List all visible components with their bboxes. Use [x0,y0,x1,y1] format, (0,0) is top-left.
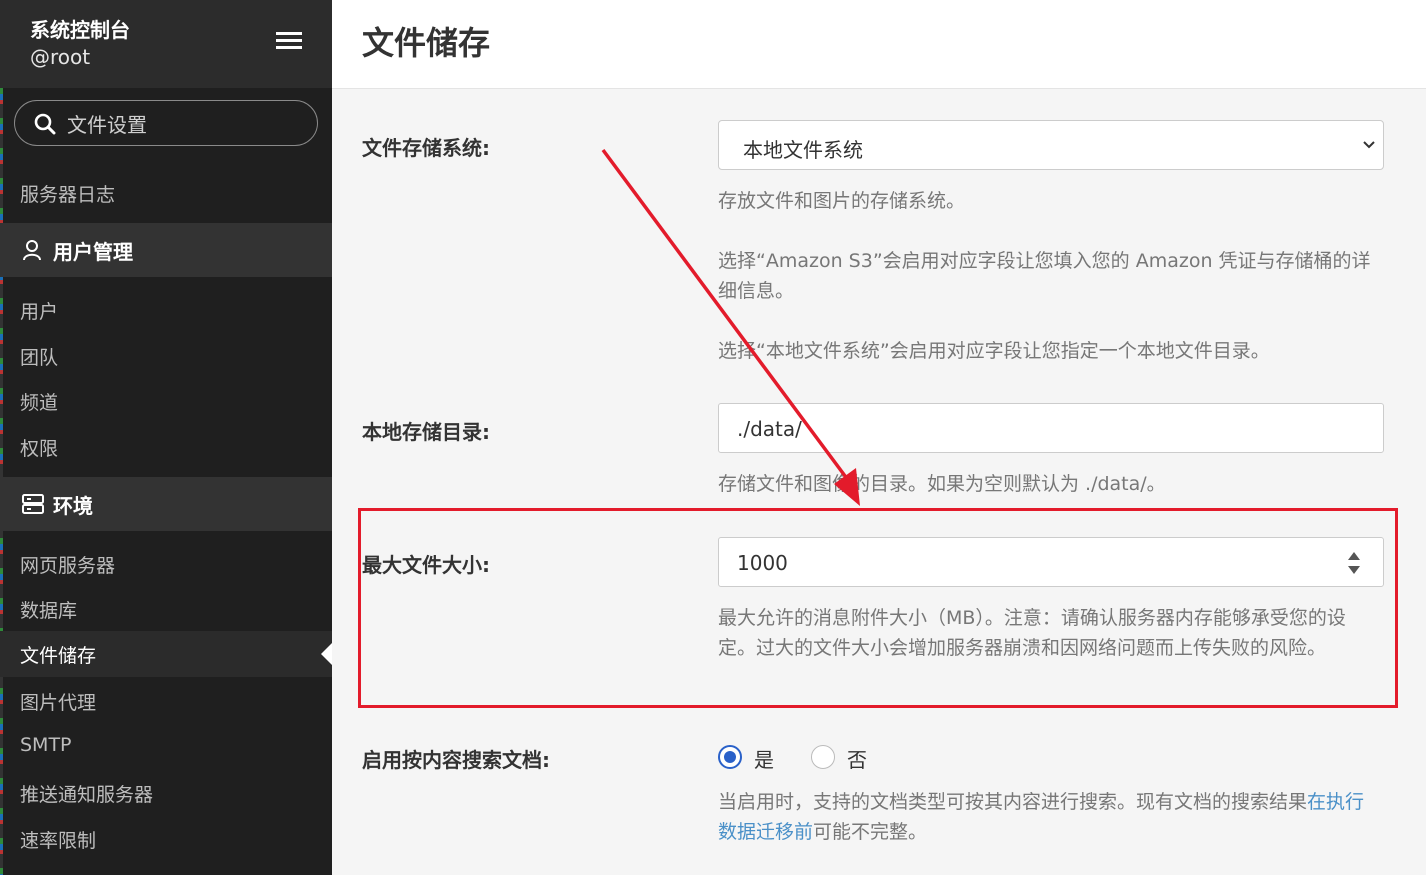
search-input[interactable] [67,107,297,139]
storage-help-1: 存放文件和图片的存储系统。 [718,190,966,212]
sidebar: 系统控制台 @root 服务器日志 用户管理 用户 团队 频道 权限 环境 网页… [0,0,332,875]
radio-no-label[interactable]: 否 [847,744,867,773]
sidebar-item-users[interactable]: 用户 [20,297,58,324]
radio-yes-label[interactable]: 是 [754,744,774,773]
local-dir-input[interactable]: ./data/ [718,403,1384,453]
local-dir-label: 本地存储目录: [362,420,490,444]
sidebar-header: 系统控制台 @root [0,0,332,88]
storage-help-2: 选择“Amazon S3”会启用对应字段让您填入您的 Amazon 凭证与存储桶… [718,250,1371,302]
section-label-users: 用户管理 [53,240,133,264]
sidebar-item-file-storage-label: 文件储存 [20,645,97,667]
local-dir-help: 存储文件和图像的目录。如果为空则默认为 ./data/。 [718,473,1166,495]
sidebar-item-database[interactable]: 数据库 [20,596,77,623]
sidebar-section-user-management: 用户管理 [0,223,332,277]
storage-system-select[interactable]: 本地文件系统 [718,120,1384,170]
content-search-help-suffix: 可能不完整。 [813,821,928,843]
chevron-down-icon [1363,141,1375,149]
content-search-help-prefix: 当启用时，支持的文档类型可按其内容进行搜索。现有文档的搜索结果 [718,791,1308,813]
annotation-highlight-box [358,508,1398,708]
sidebar-item-rate-limiting[interactable]: 速率限制 [20,826,96,853]
storage-help-3: 选择“本地文件系统”会启用对应字段让您指定一个本地文件目录。 [718,340,1270,362]
local-dir-value: ./data/ [737,417,802,441]
sidebar-item-file-storage[interactable]: 文件储存 [0,631,332,677]
page-header: 文件储存 [332,0,1426,89]
hamburger-menu-icon[interactable] [276,32,302,50]
section-label-environment: 环境 [53,494,93,518]
radio-yes[interactable] [718,745,742,769]
sidebar-title: 系统控制台 [30,18,130,42]
sidebar-item-teams[interactable]: 团队 [20,343,58,370]
content-search-label: 启用按内容搜索文档: [362,748,550,772]
sidebar-section-environment: 环境 [0,477,332,531]
sidebar-item-push-notification[interactable]: 推送通知服务器 [20,780,153,807]
user-icon [23,240,41,261]
sidebar-item-web-server[interactable]: 网页服务器 [20,551,115,578]
sidebar-item-channels[interactable]: 频道 [20,388,58,415]
storage-system-value: 本地文件系统 [743,138,863,162]
sidebar-item-smtp[interactable]: SMTP [20,734,72,756]
sidebar-item-permissions[interactable]: 权限 [20,434,58,461]
content-search-help: 当启用时，支持的文档类型可按其内容进行搜索。现有文档的搜索结果在执行数据迁移前可… [718,787,1378,847]
sidebar-search[interactable] [14,100,318,146]
server-icon [22,494,44,514]
active-caret-icon [321,643,332,665]
sidebar-item-image-proxy[interactable]: 图片代理 [20,688,96,715]
storage-system-label: 文件存储系统: [362,136,490,160]
sidebar-item-server-logs[interactable]: 服务器日志 [20,180,115,207]
radio-no[interactable] [811,745,835,769]
search-icon [34,113,56,135]
sidebar-username: @root [30,45,91,69]
page-title: 文件储存 [362,24,491,62]
